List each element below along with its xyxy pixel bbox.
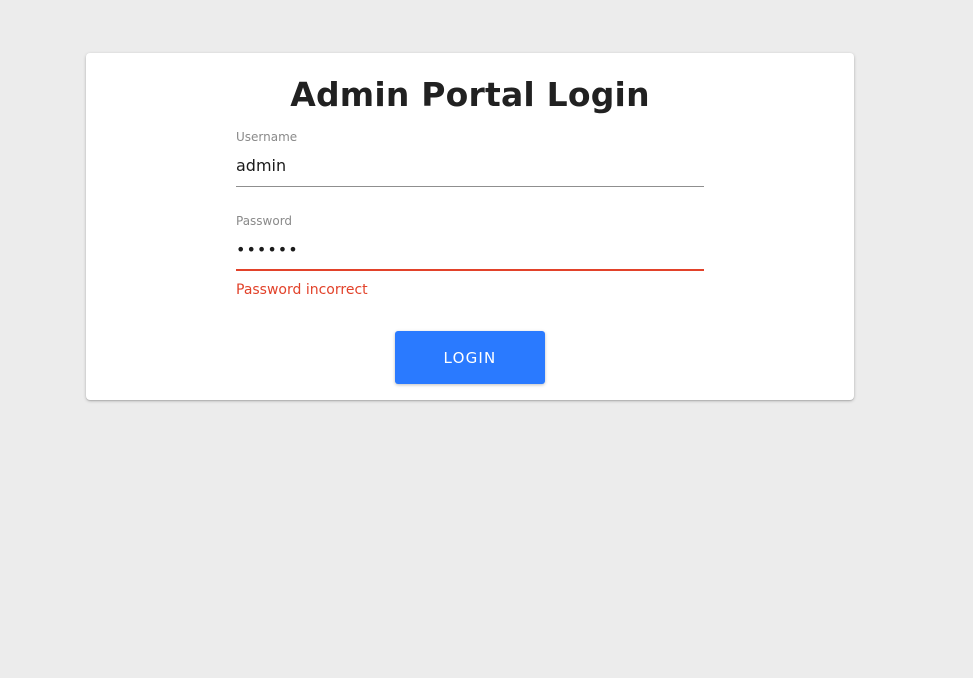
password-error-message: Password incorrect [236,282,368,298]
password-input[interactable] [236,237,704,271]
username-field-group: Username [236,129,704,187]
login-button[interactable]: LOGIN [395,331,545,384]
username-input[interactable] [236,153,704,187]
password-field-group: Password Password incorrect [236,213,704,298]
page-title: Admin Portal Login [290,75,650,114]
password-label: Password [236,214,293,228]
username-label: Username [236,130,298,144]
login-card: Admin Portal Login Username Password Pas… [86,53,854,400]
